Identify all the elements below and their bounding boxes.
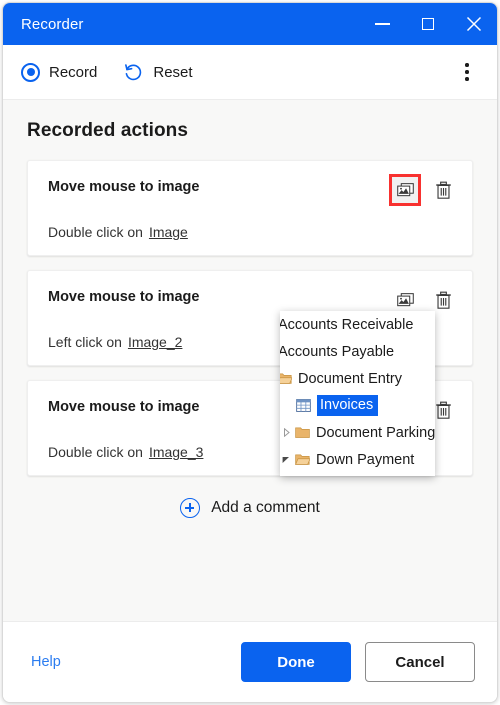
image-icon: [396, 182, 414, 196]
minimize-button[interactable]: [359, 3, 405, 45]
tree-item[interactable]: Document Parking: [280, 419, 435, 446]
reset-icon: [125, 63, 142, 80]
action-card-header: Move mouse to image: [48, 174, 456, 206]
recorded-actions-panel: Recorded actions Move mouse to image Dou…: [3, 100, 497, 622]
image-preview-button[interactable]: [389, 174, 421, 206]
close-button[interactable]: [451, 3, 497, 45]
close-icon: [466, 16, 482, 32]
minimize-icon: [374, 23, 390, 25]
folder-open-icon: [280, 372, 294, 385]
maximize-button[interactable]: [405, 3, 451, 45]
tree-item-selected[interactable]: Invoices: [280, 392, 435, 419]
action-detail-prefix: Double click on: [48, 224, 143, 240]
action-card-buttons: [389, 174, 456, 206]
image-icon: [396, 292, 414, 306]
delete-action-button[interactable]: [430, 287, 456, 313]
tree-item[interactable]: Accounts Receivable: [280, 311, 435, 338]
tree-item-label: Down Payment: [316, 451, 415, 468]
tree-item-label: Document Parking: [316, 424, 435, 441]
image-preview-popup: Accounts Receivable Accounts Payable Doc…: [280, 311, 435, 476]
delete-action-button[interactable]: [430, 177, 456, 203]
help-link[interactable]: Help: [31, 654, 61, 670]
title-bar: Recorder: [3, 3, 497, 45]
window-title: Recorder: [21, 15, 84, 33]
folder-icon: [293, 426, 312, 439]
trash-icon: [435, 291, 451, 309]
action-detail: Double click on Image: [48, 223, 456, 241]
table-icon: [294, 399, 313, 412]
done-button[interactable]: Done: [241, 642, 351, 682]
footer-buttons: Done Cancel: [241, 642, 475, 682]
trash-icon: [435, 401, 451, 419]
kebab-dot-icon: [465, 77, 469, 81]
record-button[interactable]: Record: [21, 62, 98, 82]
image-preview-button[interactable]: [392, 287, 418, 313]
action-detail-prefix: Double click on: [48, 444, 143, 460]
cancel-button[interactable]: Cancel: [365, 642, 475, 682]
tree-item[interactable]: Document Entry: [280, 365, 435, 392]
action-target-link[interactable]: Image_3: [149, 444, 203, 460]
kebab-dot-icon: [465, 70, 469, 74]
tree-item-label: Accounts Receivable: [280, 316, 414, 333]
action-card[interactable]: Move mouse to image: [27, 160, 473, 256]
action-title: Move mouse to image: [48, 179, 200, 195]
folder-open-icon: [293, 453, 312, 466]
trash-icon: [435, 181, 451, 199]
maximize-icon: [422, 18, 434, 30]
add-comment-button[interactable]: Add a comment: [27, 498, 473, 518]
action-title: Move mouse to image: [48, 289, 200, 305]
tree-item[interactable]: Down Payment: [280, 473, 435, 476]
plus-circle-icon: [180, 498, 201, 518]
tree-item[interactable]: Down Payment: [280, 446, 435, 473]
tree-item-label: Document Entry: [298, 370, 402, 387]
tree-item-label: Invoices: [317, 395, 379, 416]
action-card-buttons: [392, 287, 456, 313]
action-title: Move mouse to image: [48, 399, 200, 415]
command-bar: Record Reset: [3, 45, 497, 100]
record-icon: [21, 62, 40, 82]
action-detail-prefix: Left click on: [48, 334, 122, 350]
chevron-right-icon[interactable]: [280, 428, 293, 437]
kebab-dot-icon: [465, 63, 469, 67]
reset-label: Reset: [153, 63, 193, 81]
reset-button[interactable]: Reset: [123, 62, 193, 83]
action-target-link[interactable]: Image: [149, 224, 188, 240]
page-title: Recorded actions: [27, 120, 189, 141]
recorder-window: Recorder Record Reset Recorded actions M…: [2, 2, 498, 703]
tree-item[interactable]: Accounts Payable: [280, 338, 435, 365]
tree-item-label: Accounts Payable: [280, 343, 395, 360]
more-options-button[interactable]: [453, 58, 481, 86]
add-comment-label: Add a comment: [211, 499, 320, 516]
window-controls: [359, 3, 497, 45]
chevron-down-icon[interactable]: [280, 455, 293, 464]
action-target-link[interactable]: Image_2: [128, 334, 182, 350]
record-label: Record: [49, 63, 98, 81]
dialog-footer: Help Done Cancel: [3, 622, 497, 702]
action-card-header: Move mouse to image: [48, 287, 456, 313]
